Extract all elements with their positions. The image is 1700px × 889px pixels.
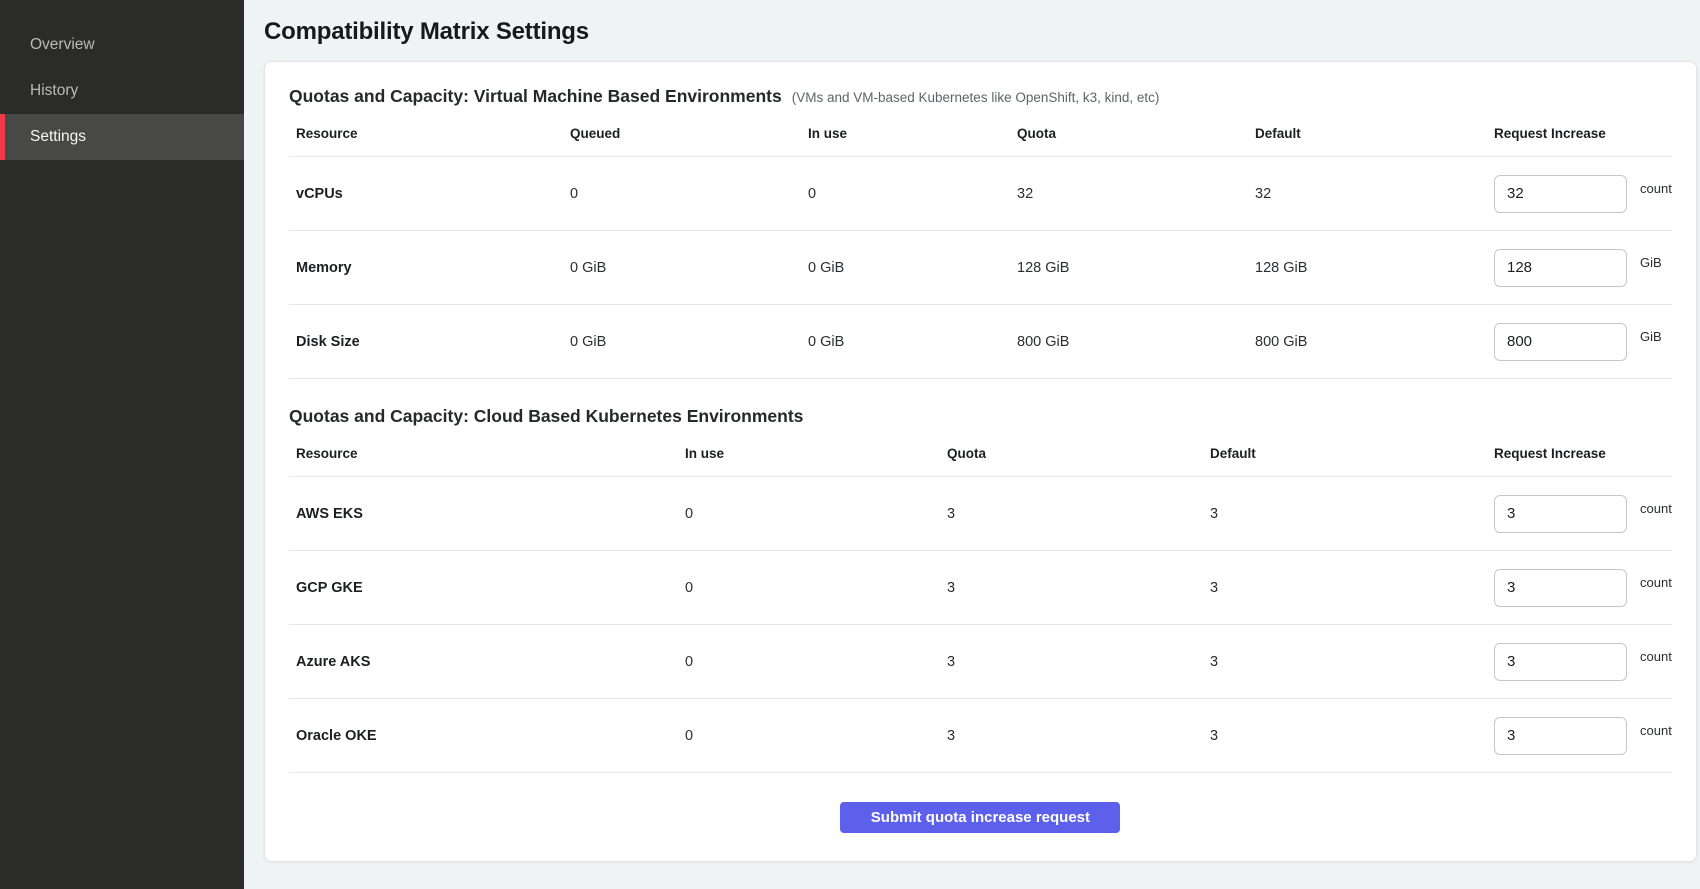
quota-value: 3: [947, 654, 1210, 670]
queued-value: 0 GiB: [570, 260, 808, 276]
default-value: 128 GiB: [1255, 260, 1494, 276]
quota-settings-card: Quotas and Capacity: Virtual Machine Bas…: [264, 61, 1697, 862]
default-value: 32: [1255, 186, 1494, 202]
request-increase-cell: count: [1494, 569, 1672, 607]
resource-name: vCPUs: [296, 186, 570, 202]
unit-label: GiB: [1640, 255, 1662, 270]
unit-label: count: [1640, 649, 1672, 664]
submit-button-row: Submit quota increase request: [289, 773, 1672, 833]
request-increase-cell: count: [1494, 717, 1672, 755]
column-header-default: Default: [1210, 446, 1494, 461]
quota-value: 3: [947, 506, 1210, 522]
vm-section-title: Quotas and Capacity: Virtual Machine Bas…: [289, 86, 782, 107]
sidebar: Overview History Settings: [0, 0, 244, 889]
in-use-value: 0: [685, 654, 947, 670]
sidebar-item-label: Settings: [30, 128, 86, 146]
resource-name: Disk Size: [296, 334, 570, 350]
default-value: 3: [1210, 580, 1494, 596]
column-header-resource: Resource: [296, 126, 570, 141]
request-increase-input[interactable]: [1494, 175, 1627, 213]
column-header-in-use: In use: [808, 126, 1017, 141]
unit-label: count: [1640, 501, 1672, 516]
request-increase-cell: count: [1494, 495, 1672, 533]
vm-table-header: Resource Queued In use Quota Default Req…: [289, 111, 1672, 157]
cloud-section-title: Quotas and Capacity: Cloud Based Kuberne…: [289, 406, 803, 427]
column-header-default: Default: [1255, 126, 1494, 141]
default-value: 3: [1210, 506, 1494, 522]
sidebar-item-label: Overview: [30, 36, 95, 54]
request-increase-input[interactable]: [1494, 717, 1627, 755]
table-row-vcpus: vCPUs 0 0 32 32 count: [289, 157, 1672, 231]
quota-value: 800 GiB: [1017, 334, 1255, 350]
default-value: 800 GiB: [1255, 334, 1494, 350]
unit-label: count: [1640, 181, 1672, 196]
sidebar-item-history[interactable]: History: [0, 68, 244, 114]
in-use-value: 0: [808, 186, 1017, 202]
table-row-memory: Memory 0 GiB 0 GiB 128 GiB 128 GiB GiB: [289, 231, 1672, 305]
default-value: 3: [1210, 654, 1494, 670]
column-header-quota: Quota: [1017, 126, 1255, 141]
table-row-disk-size: Disk Size 0 GiB 0 GiB 800 GiB 800 GiB Gi…: [289, 305, 1672, 379]
table-row-gcp-gke: GCP GKE 0 3 3 count: [289, 551, 1672, 625]
default-value: 3: [1210, 728, 1494, 744]
resource-name: Oracle OKE: [296, 728, 685, 744]
resource-name: GCP GKE: [296, 580, 685, 596]
cloud-table-header: Resource In use Quota Default Request In…: [289, 431, 1672, 477]
queued-value: 0: [570, 186, 808, 202]
request-increase-input[interactable]: [1494, 569, 1627, 607]
resource-name: Azure AKS: [296, 654, 685, 670]
unit-label: count: [1640, 723, 1672, 738]
resource-name: AWS EKS: [296, 506, 685, 522]
request-increase-input[interactable]: [1494, 249, 1627, 287]
request-increase-input[interactable]: [1494, 323, 1627, 361]
in-use-value: 0 GiB: [808, 334, 1017, 350]
vm-section-heading: Quotas and Capacity: Virtual Machine Bas…: [289, 86, 1672, 107]
sidebar-item-settings[interactable]: Settings: [0, 114, 244, 160]
request-increase-input[interactable]: [1494, 495, 1627, 533]
table-row-aws-eks: AWS EKS 0 3 3 count: [289, 477, 1672, 551]
unit-label: count: [1640, 575, 1672, 590]
column-header-request-increase: Request Increase: [1494, 126, 1672, 141]
queued-value: 0 GiB: [570, 334, 808, 350]
sidebar-item-overview[interactable]: Overview: [0, 22, 244, 68]
quota-value: 3: [947, 728, 1210, 744]
request-increase-input[interactable]: [1494, 643, 1627, 681]
page-title: Compatibility Matrix Settings: [264, 18, 1697, 46]
in-use-value: 0 GiB: [808, 260, 1017, 276]
cloud-section-heading: Quotas and Capacity: Cloud Based Kuberne…: [289, 406, 1672, 427]
column-header-in-use: In use: [685, 446, 947, 461]
column-header-queued: Queued: [570, 126, 808, 141]
column-header-resource: Resource: [296, 446, 685, 461]
main-content: Compatibility Matrix Settings Quotas and…: [244, 0, 1700, 889]
sidebar-item-label: History: [30, 82, 78, 100]
in-use-value: 0: [685, 580, 947, 596]
in-use-value: 0: [685, 728, 947, 744]
resource-name: Memory: [296, 260, 570, 276]
unit-label: GiB: [1640, 329, 1662, 344]
quota-value: 128 GiB: [1017, 260, 1255, 276]
vm-section-subtitle: (VMs and VM-based Kubernetes like OpenSh…: [792, 90, 1160, 105]
table-row-azure-aks: Azure AKS 0 3 3 count: [289, 625, 1672, 699]
quota-value: 3: [947, 580, 1210, 596]
submit-quota-increase-button[interactable]: Submit quota increase request: [840, 802, 1120, 833]
in-use-value: 0: [685, 506, 947, 522]
quota-value: 32: [1017, 186, 1255, 202]
request-increase-cell: count: [1494, 175, 1672, 213]
column-header-quota: Quota: [947, 446, 1210, 461]
table-row-oracle-oke: Oracle OKE 0 3 3 count: [289, 699, 1672, 773]
request-increase-cell: count: [1494, 643, 1672, 681]
column-header-request-increase: Request Increase: [1494, 446, 1672, 461]
request-increase-cell: GiB: [1494, 323, 1672, 361]
request-increase-cell: GiB: [1494, 249, 1672, 287]
